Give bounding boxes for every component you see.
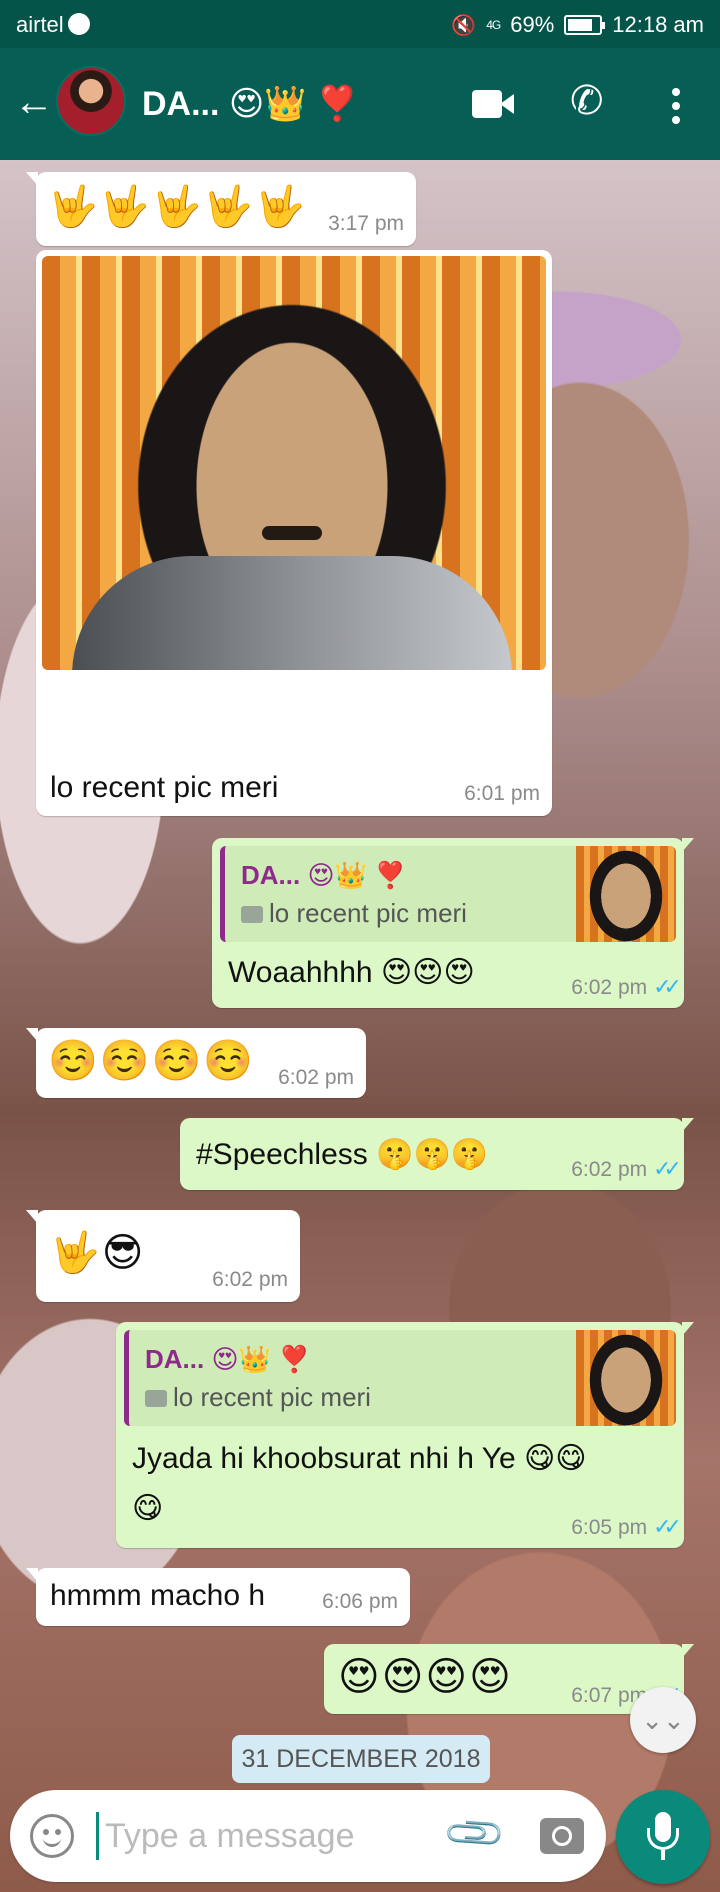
avatar[interactable]	[56, 66, 126, 136]
message-text: Jyada hi khoobsurat nhi h Ye 😋😋	[132, 1442, 587, 1475]
camera-icon	[241, 906, 263, 923]
message-bubble-incoming[interactable]: hmmm macho h 6:06 pm	[26, 1568, 410, 1626]
message-time: 6:05 pm ✓✓	[571, 1514, 682, 1539]
network-type: 4G	[486, 18, 501, 32]
message-text: hmmm macho h	[50, 1579, 266, 1612]
message-text: ☺️☺️☺️☺️	[48, 1039, 256, 1083]
message-time: 6:02 pm ✓✓	[571, 1156, 682, 1181]
read-ticks-icon: ✓✓	[653, 974, 682, 999]
date-chip: 31 DECEMBER 2018	[232, 1735, 490, 1783]
message-bubble-outgoing[interactable]: #Speechless 🤫🤫🤫 6:02 pm ✓✓	[180, 1118, 694, 1190]
battery-percent: 69%	[510, 12, 555, 37]
video-call-icon[interactable]	[472, 90, 518, 120]
quoted-text: lo recent pic meri	[241, 898, 467, 929]
message-text: Woaahhhh 😍😍😍	[228, 956, 475, 989]
message-text: 😍😍😍😍	[338, 1655, 513, 1699]
message-time: 6:06 pm	[322, 1590, 398, 1613]
attach-icon[interactable]: 📎	[441, 1799, 509, 1867]
status-bar: airtel 🔇 4G 69% 12:18 am	[0, 0, 720, 48]
quoted-message[interactable]: DA... 😍👑 ❣️ lo recent pic meri	[220, 846, 676, 942]
chat-header: ← DA... 😍👑 ❣️ ✆	[0, 48, 720, 160]
message-bubble-outgoing[interactable]: DA... 😍👑 ❣️ lo recent pic meri Woaahhhh …	[212, 838, 694, 1008]
photo-caption: lo recent pic meri	[50, 771, 279, 804]
message-bubble-outgoing[interactable]: 😍😍😍😍 6:07 pm✓✓	[324, 1644, 694, 1714]
message-time: 6:01 pm	[464, 782, 540, 805]
message-text: 🤟😎	[50, 1231, 146, 1275]
status-right: 🔇 4G 69% 12:18 am	[451, 12, 704, 38]
message-photo[interactable]	[42, 256, 546, 670]
message-bubble-incoming[interactable]: 🤟🤟🤟🤟🤟 3:17 pm	[26, 172, 416, 246]
contact-name[interactable]: DA... 😍👑 ❣️	[142, 84, 358, 124]
emoji-icon[interactable]	[30, 1814, 74, 1858]
message-bubble-incoming[interactable]: ☺️☺️☺️☺️ 6:02 pm	[26, 1028, 366, 1098]
quoted-sender: DA... 😍👑 ❣️	[145, 1344, 311, 1374]
image-message-incoming[interactable]: lo recent pic meri 6:01 pm	[36, 250, 552, 816]
scroll-to-bottom-button[interactable]: ⌄⌄	[630, 1687, 696, 1753]
more-vert-icon[interactable]	[672, 88, 680, 130]
message-time: 6:02 pm	[212, 1268, 288, 1291]
camera-icon[interactable]	[540, 1818, 584, 1854]
messenger-icon	[67, 13, 90, 35]
carrier-label: airtel	[16, 12, 90, 38]
mic-button[interactable]	[616, 1790, 710, 1884]
quoted-text: lo recent pic meri	[145, 1382, 371, 1413]
camera-icon	[145, 1390, 167, 1407]
chevron-down-icon: ⌄⌄	[641, 1705, 685, 1735]
quoted-sender: DA... 😍👑 ❣️	[241, 860, 407, 890]
message-bubble-incoming[interactable]: 🤟😎 6:02 pm	[26, 1210, 300, 1302]
message-composer: 📎	[10, 1790, 606, 1882]
message-input[interactable]	[96, 1812, 396, 1860]
message-text: #Speechless 🤫🤫🤫	[196, 1138, 489, 1171]
arrow-left-icon[interactable]: ←	[14, 82, 54, 122]
message-bubble-outgoing[interactable]: DA... 😍👑 ❣️ lo recent pic meri Jyada hi …	[116, 1322, 694, 1548]
message-time: 3:17 pm	[328, 212, 404, 235]
mute-icon: 🔇	[451, 14, 477, 37]
message-text-continued: 😋	[132, 1492, 164, 1525]
clock: 12:18 am	[612, 12, 704, 37]
read-ticks-icon: ✓✓	[653, 1514, 682, 1539]
message-text: 🤟🤟🤟🤟🤟	[48, 185, 308, 229]
read-ticks-icon: ✓✓	[653, 1156, 682, 1181]
phone-icon[interactable]: ✆	[570, 78, 604, 124]
quoted-message[interactable]: DA... 😍👑 ❣️ lo recent pic meri	[124, 1330, 676, 1426]
message-time: 6:02 pm	[278, 1066, 354, 1089]
message-time: 6:02 pm ✓✓	[571, 974, 682, 999]
battery-icon	[564, 15, 606, 35]
quoted-thumbnail	[576, 846, 676, 942]
quoted-thumbnail	[576, 1330, 676, 1426]
